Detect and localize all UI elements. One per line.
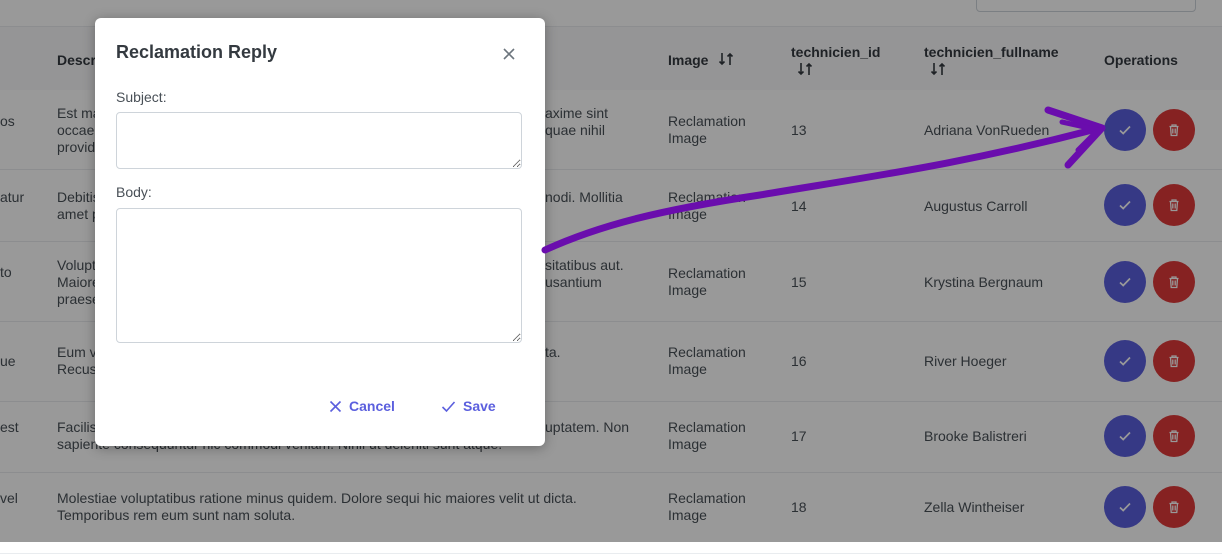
save-button[interactable]: Save (441, 396, 496, 416)
body-label: Body: (116, 184, 152, 200)
close-button[interactable] (497, 42, 521, 66)
close-icon (329, 400, 342, 412)
save-button-label: Save (463, 398, 496, 414)
dialog-title: Reclamation Reply (116, 42, 278, 62)
subject-field[interactable] (116, 112, 522, 169)
body-field[interactable] (116, 208, 522, 343)
cancel-button[interactable]: Cancel (329, 396, 395, 416)
check-icon (441, 400, 456, 412)
close-icon (503, 48, 515, 60)
cancel-button-label: Cancel (349, 398, 395, 414)
reclamation-reply-dialog: Reclamation Reply Subject: Body: Cancel … (95, 18, 545, 446)
subject-label: Subject: (116, 89, 167, 105)
